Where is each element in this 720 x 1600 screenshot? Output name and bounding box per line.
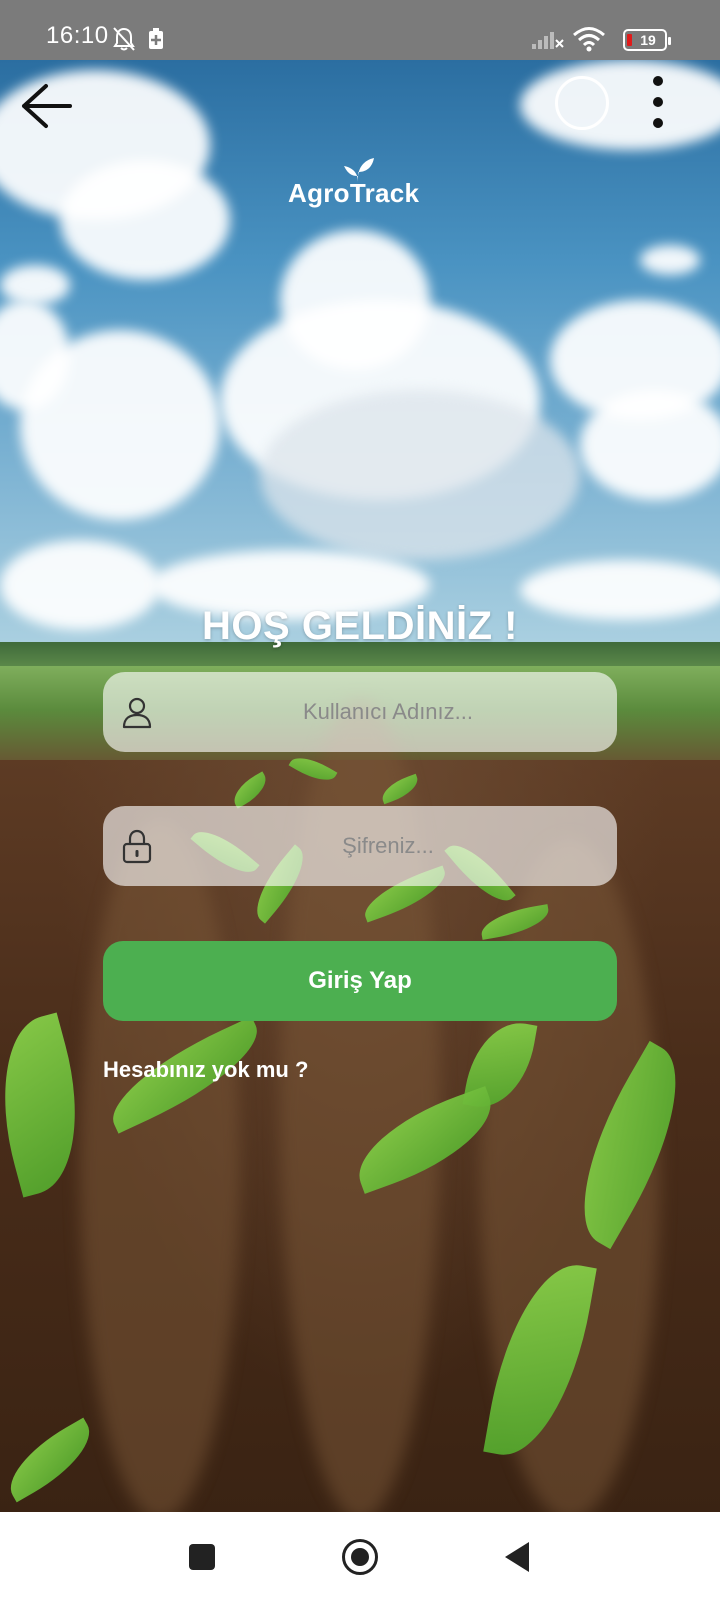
welcome-title: HOŞ GELDİNİZ ! — [202, 604, 518, 648]
bell-off-icon — [113, 27, 135, 51]
username-field[interactable] — [103, 672, 617, 752]
back-icon[interactable] — [505, 1542, 529, 1572]
password-input[interactable] — [183, 806, 593, 886]
arrow-left-icon[interactable] — [18, 78, 74, 134]
lock-icon — [122, 829, 152, 864]
status-bar: 16:10 19 — [0, 0, 720, 60]
login-button-label: Giriş Yap — [308, 967, 412, 994]
more-vertical-icon[interactable] — [648, 76, 668, 136]
home-icon[interactable] — [342, 1539, 378, 1575]
battery-saver-icon — [149, 28, 163, 49]
app-logo: AgroTrack — [288, 158, 438, 208]
status-time: 16:10 — [46, 22, 109, 49]
battery-icon: 19 — [623, 29, 671, 51]
login-button[interactable]: Giriş Yap — [103, 941, 617, 1021]
wifi-icon — [573, 27, 605, 52]
username-input[interactable] — [183, 672, 593, 752]
recent-apps-icon[interactable] — [189, 1544, 215, 1570]
signal-icon — [532, 32, 564, 49]
signup-link[interactable]: Hesabınız yok mu ? — [103, 1057, 308, 1083]
user-icon — [122, 697, 152, 729]
background-image — [0, 60, 720, 1512]
sprout-icon — [344, 158, 374, 182]
battery-level: 19 — [640, 32, 656, 48]
top-nav — [0, 60, 720, 150]
circle-icon[interactable] — [555, 76, 609, 130]
password-field[interactable] — [103, 806, 617, 886]
system-nav-bar — [0, 1512, 720, 1600]
